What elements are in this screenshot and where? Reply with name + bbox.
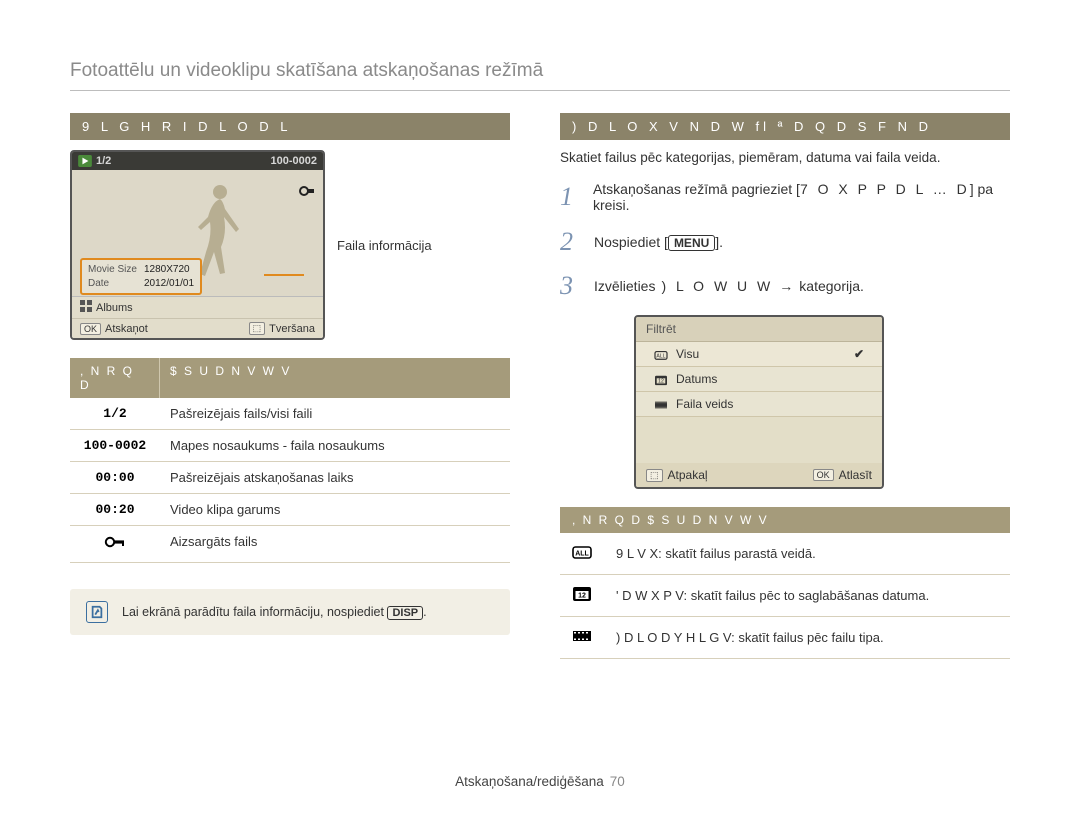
step-1: 1 Atskaņošanas režīmā pagrieziet [7 O X … (560, 181, 1010, 213)
filmstrip-icon (572, 627, 602, 648)
key-icon (70, 526, 160, 562)
file-info-overlay: Movie Size1280X720 Date2012/01/01 (80, 258, 202, 295)
table-row: 00:00Pašreizējais atskaņošanas laiks (70, 462, 510, 494)
check-icon: ✔ (854, 347, 864, 361)
icon-table-header: , N R Q D $ S U D N V W V (70, 358, 510, 398)
filter-item-type[interactable]: Faila veids (636, 392, 882, 417)
page-title: Fotoattēlu un videoklipu skatīšana atska… (70, 60, 1010, 91)
all-icon: ALL (572, 543, 602, 564)
album-label: Albums (96, 302, 133, 314)
filter-title: Filtrēt (636, 317, 882, 342)
disp-chip: DISP (387, 606, 423, 620)
back-label: Atpakaļ (668, 468, 708, 482)
video-files-header: 9 L G H R I D L O D L (70, 113, 510, 140)
svg-text:12: 12 (658, 378, 664, 384)
filter-item-all[interactable]: ALL Visu ✔ (636, 342, 882, 367)
table-row: Aizsargāts fails (70, 526, 510, 563)
table-row: 1/2Pašreizējais fails/visi faili (70, 398, 510, 430)
table-row: 00:20Video klipa garums (70, 494, 510, 526)
capture-chip: ⬚ (249, 322, 266, 335)
step-2: 2 Nospiediet [MENU]. (560, 227, 1010, 257)
step-3: 3 Izvēlieties ) L O W U W→ kategorija. (560, 271, 1010, 301)
camera-preview: 1/2 100-0002 Movie Size1280X720 Date2012… (70, 150, 325, 340)
svg-text:12: 12 (578, 593, 586, 600)
lock-icon (299, 184, 315, 201)
svg-text:ALL: ALL (656, 353, 665, 359)
file-info-caption: Faila informācija (337, 238, 432, 253)
select-label: Atlasīt (839, 468, 872, 482)
table-row: 12 ' D W X P V: skatīt failus pēc to sag… (560, 575, 1010, 617)
filmstrip-icon (654, 397, 668, 411)
back-chip: ⬚ (646, 469, 663, 482)
all-icon: ALL (654, 347, 668, 361)
ok-chip: OK (80, 323, 101, 335)
right-table-header: , N R Q D $ S U D N V W V (560, 507, 1010, 533)
filter-item-date[interactable]: 12 Datums (636, 367, 882, 392)
footer: Atskaņošana/rediģēšana70 (0, 774, 1080, 789)
filter-panel: Filtrēt ALL Visu ✔ 12 Datums Faila veids… (634, 315, 884, 489)
calendar-icon: 12 (654, 372, 668, 386)
preview-counter: 1/2 (96, 155, 111, 167)
table-row: ) D L O D Y H L G V: skatīt failus pēc f… (560, 617, 1010, 659)
menu-chip: MENU (668, 235, 715, 251)
play-indicator: 1/2 (78, 155, 111, 167)
capture-label: Tveršana (269, 323, 315, 335)
calendar-icon: 12 (572, 585, 602, 606)
file-view-header: ) D L O X V N D W fl ª D Q D S F N D (560, 113, 1010, 140)
callout-leader (264, 274, 304, 276)
disp-note: Lai ekrānā parādītu faila informāciju, n… (70, 589, 510, 635)
grid-icon (80, 300, 92, 315)
preview-filecode: 100-0002 (271, 155, 318, 167)
note-icon (86, 601, 108, 623)
arrow-icon: → (779, 278, 793, 294)
svg-text:ALL: ALL (575, 551, 589, 558)
ok-play-label: Atskaņot (105, 323, 148, 335)
table-row: 100-0002Mapes nosaukums - faila nosaukum… (70, 430, 510, 462)
note-text: Lai ekrānā parādītu faila informāciju, n… (122, 605, 387, 619)
intro-text: Skatiet failus pēc kategorijas, piemēram… (560, 150, 1010, 165)
table-row: ALL 9 L V X: skatīt failus parastā veidā… (560, 533, 1010, 575)
ok-chip-2: OK (813, 469, 834, 481)
